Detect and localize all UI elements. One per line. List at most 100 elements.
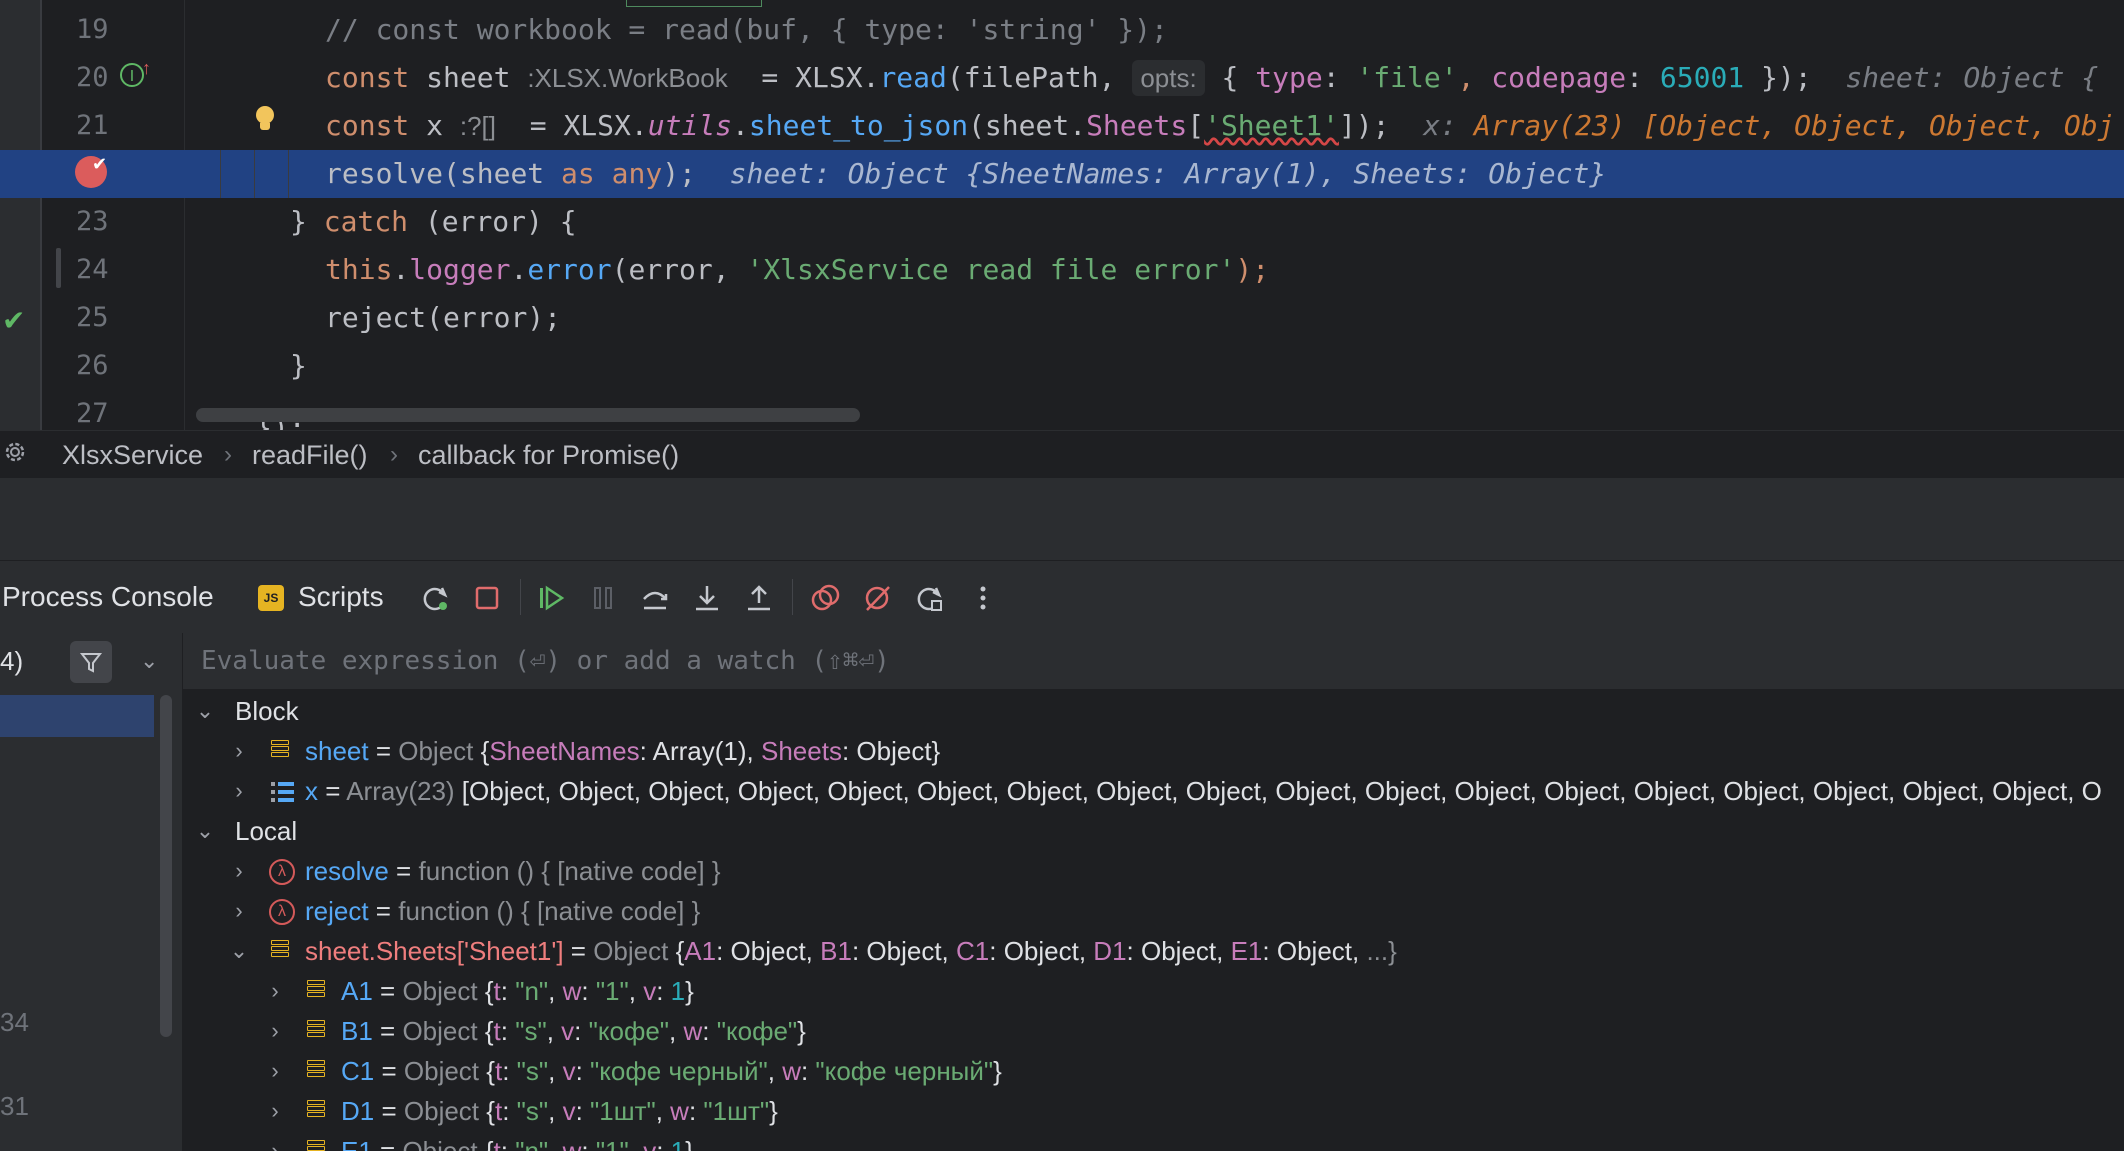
variable-text: x = Array(23) [Object, Object, Object, O… bbox=[305, 776, 2102, 806]
tab-process-console[interactable]: Process Console bbox=[2, 561, 214, 633]
filter-icon bbox=[79, 653, 103, 673]
chevron-down-icon[interactable]: ⌄ bbox=[229, 931, 249, 971]
group-label: Local bbox=[235, 816, 298, 846]
resume-icon[interactable] bbox=[536, 583, 566, 613]
variable-row[interactable]: › C1 = Object {t: "s", v: "кофе черный",… bbox=[183, 1051, 2124, 1091]
code-text[interactable]: resolve(sheet as any); sheet: Object {Sh… bbox=[325, 150, 1606, 198]
code-line: 23 } catch (error) { bbox=[0, 198, 2124, 246]
pause-icon[interactable] bbox=[588, 583, 618, 613]
filter-button[interactable] bbox=[70, 641, 112, 683]
rerun-icon[interactable] bbox=[420, 583, 450, 613]
variable-row[interactable]: › λ resolve = function () { [native code… bbox=[183, 851, 2124, 891]
frame-line-number: 34 bbox=[0, 1007, 29, 1037]
chevron-right-icon[interactable]: › bbox=[265, 1051, 285, 1091]
more-icon[interactable] bbox=[968, 583, 998, 613]
view-breakpoints-icon[interactable] bbox=[810, 583, 840, 613]
step-into-icon[interactable] bbox=[692, 583, 722, 613]
chevron-right-icon[interactable]: › bbox=[265, 1011, 285, 1051]
implements-icon[interactable]: I bbox=[120, 63, 144, 87]
inline-debug-key: x: bbox=[1423, 109, 1457, 142]
chevron-right-icon[interactable]: › bbox=[229, 771, 249, 811]
debug-tool-window: Process Console JS Scripts 4) ⌄ 34 31 Ev… bbox=[0, 560, 2124, 1151]
chevron-down-icon[interactable]: ⌄ bbox=[195, 811, 215, 851]
chevron-down-icon[interactable]: ⌄ bbox=[195, 691, 215, 731]
object-icon bbox=[307, 1140, 327, 1151]
chevron-right-icon[interactable]: › bbox=[229, 851, 249, 891]
code-text[interactable]: } catch (error) { bbox=[290, 198, 577, 246]
group-local[interactable]: ⌄ Local bbox=[183, 811, 2124, 851]
breadcrumb-separator: › bbox=[224, 441, 232, 468]
code-line: 25 reject(error); bbox=[0, 294, 2124, 342]
arrow-up-icon: ↑ bbox=[142, 58, 151, 78]
variable-text: reject = function () { [native code] } bbox=[305, 896, 701, 926]
chevron-right-icon[interactable]: › bbox=[229, 891, 249, 931]
step-over-icon[interactable] bbox=[640, 583, 670, 613]
variable-text: C1 = Object {t: "s", v: "кофе черный", w… bbox=[341, 1056, 1002, 1086]
code-text[interactable]: this.logger.error(error, 'XlsxService re… bbox=[325, 246, 1269, 294]
chevron-right-icon[interactable]: › bbox=[265, 1091, 285, 1131]
group-block[interactable]: ⌄ Block bbox=[183, 691, 2124, 731]
object-icon bbox=[271, 940, 291, 964]
array-icon bbox=[271, 782, 294, 802]
code-text[interactable]: } bbox=[290, 342, 307, 390]
code-text[interactable]: const x :?[] = XLSX.utils.sheet_to_json(… bbox=[325, 102, 2114, 150]
line-number: 20 bbox=[76, 62, 109, 93]
frames-thread-label[interactable]: 4) bbox=[0, 633, 23, 689]
variable-text: sheet = Object {SheetNames: Array(1), Sh… bbox=[305, 736, 941, 766]
evaluate-expression-input[interactable]: Evaluate expression (⏎) or add a watch (… bbox=[183, 633, 2124, 690]
step-out-icon[interactable] bbox=[744, 583, 774, 613]
frame-selected[interactable] bbox=[0, 695, 154, 737]
function-icon: λ bbox=[269, 899, 295, 925]
breadcrumb-item[interactable]: XlsxService bbox=[62, 431, 203, 479]
inline-debug-value: Array(23) [Object, Object, Object, Obj bbox=[1473, 109, 2115, 142]
frames-scrollbar[interactable] bbox=[160, 695, 172, 1037]
chevron-right-icon[interactable]: › bbox=[265, 971, 285, 1011]
breadcrumb: XlsxService › readFile() › callback for … bbox=[0, 430, 2124, 479]
variable-row[interactable]: › B1 = Object {t: "s", v: "кофе", w: "ко… bbox=[183, 1011, 2124, 1051]
breakpoint-check-icon: ✔ bbox=[92, 154, 108, 174]
reset-frame-icon[interactable] bbox=[914, 583, 944, 613]
variable-row[interactable]: › A1 = Object {t: "n", w: "1", v: 1} bbox=[183, 971, 2124, 1011]
debug-toolbar: Process Console JS Scripts bbox=[0, 561, 2124, 633]
variables-pane[interactable]: Evaluate expression (⏎) or add a watch (… bbox=[183, 633, 2124, 1151]
chevron-right-icon[interactable]: › bbox=[229, 731, 249, 771]
chevron-down-icon[interactable]: ⌄ bbox=[140, 633, 158, 689]
mute-breakpoints-icon[interactable] bbox=[862, 583, 892, 613]
variable-row[interactable]: › sheet = Object {SheetNames: Array(1), … bbox=[183, 731, 2124, 771]
variable-text: D1 = Object {t: "s", v: "1шт", w: "1шт"} bbox=[341, 1096, 778, 1126]
code-editor[interactable]: ✔ 19 // const workbook = read(buf, { typ… bbox=[0, 0, 2124, 430]
lightbulb-icon[interactable] bbox=[254, 106, 276, 132]
breadcrumb-separator: › bbox=[390, 441, 398, 468]
frame-line-number: 31 bbox=[0, 1091, 29, 1121]
tab-scripts[interactable]: Scripts bbox=[298, 561, 384, 633]
line-number: 27 bbox=[76, 398, 109, 429]
variable-row[interactable]: › λ reject = function () { [native code]… bbox=[183, 891, 2124, 931]
panel-divider bbox=[0, 478, 2124, 560]
chevron-right-icon[interactable]: › bbox=[265, 1131, 285, 1151]
object-icon bbox=[307, 1100, 327, 1124]
gear-icon[interactable] bbox=[0, 437, 30, 467]
breadcrumb-item[interactable]: callback for Promise() bbox=[418, 431, 679, 479]
variable-text: A1 = Object {t: "n", w: "1", v: 1} bbox=[341, 976, 694, 1006]
variable-row[interactable]: › D1 = Object {t: "s", v: "1шт", w: "1шт… bbox=[183, 1091, 2124, 1131]
object-icon bbox=[307, 1020, 327, 1044]
line-number: 19 bbox=[76, 14, 109, 45]
line-number: 25 bbox=[76, 302, 109, 333]
variable-row[interactable]: › x = Array(23) [Object, Object, Object,… bbox=[183, 771, 2124, 811]
horizontal-scrollbar[interactable] bbox=[196, 408, 860, 422]
code-text[interactable]: const sheet :XLSX.WorkBook = XLSX.read(f… bbox=[325, 54, 2098, 102]
stop-icon[interactable] bbox=[472, 583, 502, 613]
code-text[interactable]: reject(error); bbox=[325, 294, 561, 342]
breadcrumb-item[interactable]: readFile() bbox=[252, 431, 368, 479]
frames-pane[interactable]: 4) ⌄ 34 31 bbox=[0, 633, 183, 1151]
inline-debug-value: sheet: Object { bbox=[1845, 61, 2099, 94]
variable-row[interactable]: › E1 = Object {t: "n", w: "1", v: 1} bbox=[183, 1131, 2124, 1151]
frames-header: 4) ⌄ bbox=[0, 633, 182, 689]
object-icon bbox=[271, 740, 291, 764]
group-label: Block bbox=[235, 696, 299, 726]
code-text[interactable]: // const workbook = read(buf, { type: 's… bbox=[325, 6, 1168, 54]
evaluate-placeholder: Evaluate expression (⏎) or add a watch (… bbox=[201, 646, 890, 676]
variable-row[interactable]: ⌄ sheet.Sheets['Sheet1'] = Object {A1: O… bbox=[183, 931, 2124, 971]
code-line: 24 this.logger.error(error, 'XlsxService… bbox=[0, 246, 2124, 294]
variable-text: E1 = Object {t: "n", w: "1", v: 1} bbox=[341, 1136, 694, 1151]
